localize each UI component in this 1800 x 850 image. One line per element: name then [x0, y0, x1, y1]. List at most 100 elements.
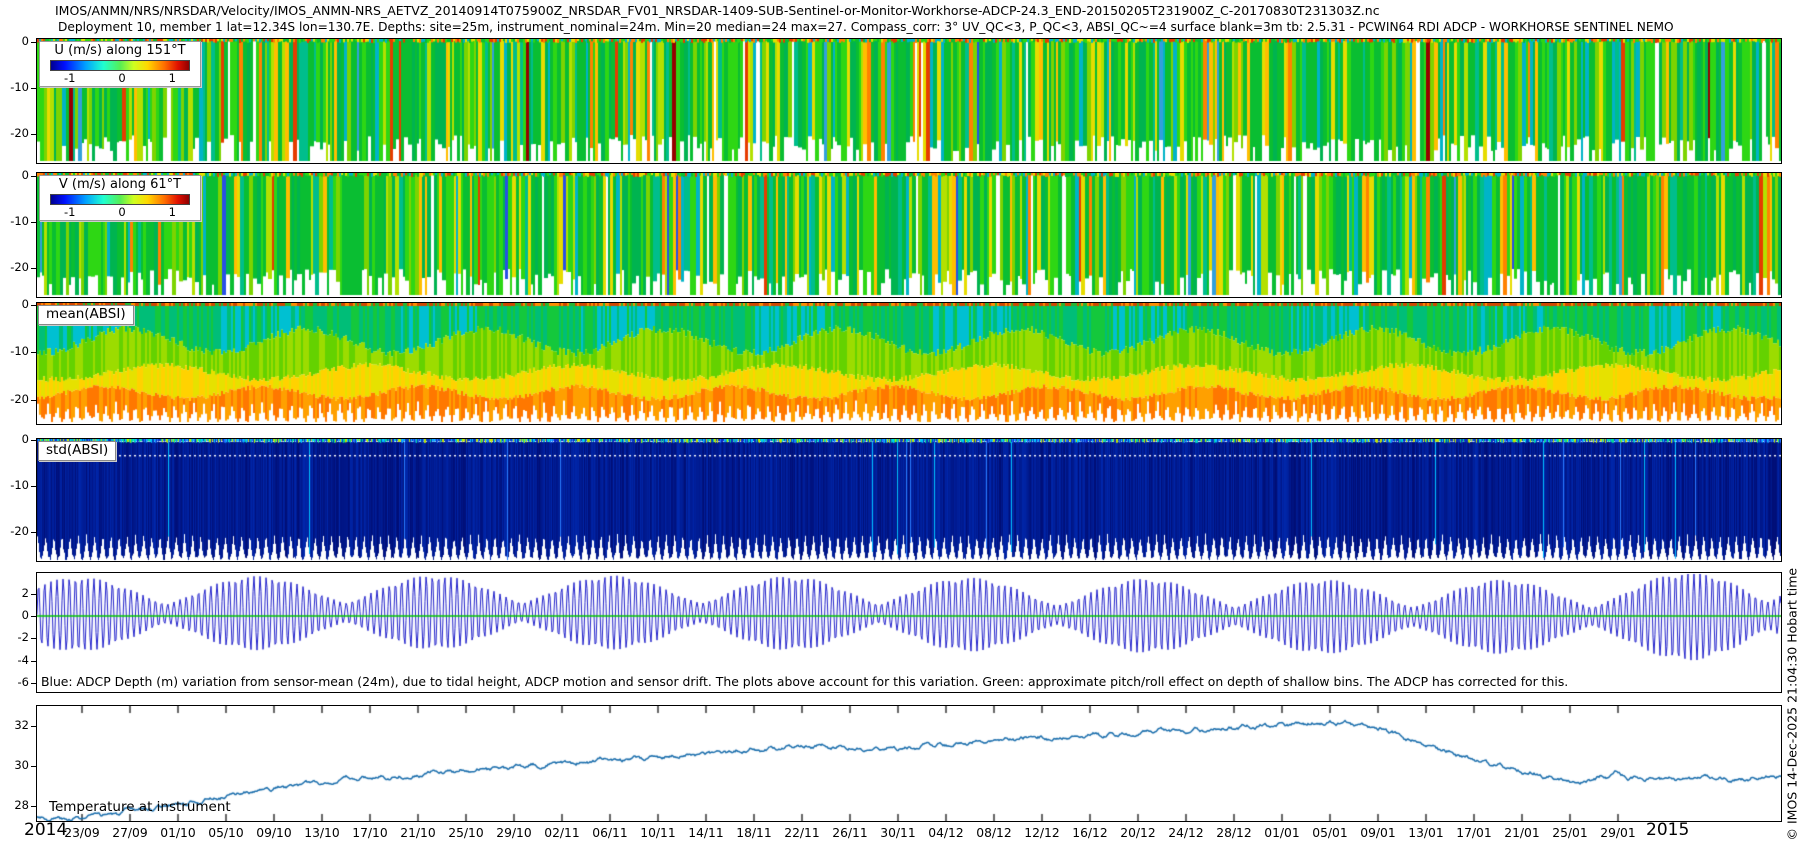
temperature-panel: Temperature at instrument	[36, 705, 1782, 822]
mean-absi-label: mean(ABSI)	[38, 305, 134, 325]
u-velocity-heatmap	[37, 39, 1781, 163]
v-velocity-panel: V (m/s) along 61°T -1 0 1	[36, 172, 1782, 298]
y-tick-label: 0	[0, 297, 29, 311]
v-colorbar-ticks: -1 0 1	[40, 205, 200, 219]
y-tick-label: 0	[0, 608, 29, 622]
date-tick-label: 29/10	[490, 826, 538, 840]
copyright-watermark: © IMOS 14-Dec-2025 21:04:30 Hobart time	[1785, 471, 1800, 841]
date-tick-label: 28/12	[1210, 826, 1258, 840]
date-tick-label: 18/11	[730, 826, 778, 840]
date-tick-label: 26/11	[826, 826, 874, 840]
y-tick-mark	[31, 352, 36, 353]
std-absi-heatmap	[37, 439, 1781, 561]
y-tick-mark	[31, 638, 36, 639]
date-tick-label: 20/12	[1114, 826, 1162, 840]
date-tick-label: 16/12	[1066, 826, 1114, 840]
y-tick-mark	[31, 661, 36, 662]
date-tick-label: 10/11	[634, 826, 682, 840]
y-tick-label: 2	[0, 586, 29, 600]
date-tick-label: 01/01	[1258, 826, 1306, 840]
u-colorbar-tick-max: 1	[169, 71, 176, 85]
year-end-label: 2015	[1646, 820, 1689, 840]
date-tick-label: 12/12	[1018, 826, 1066, 840]
date-tick-label: 24/12	[1162, 826, 1210, 840]
figure-root: IMOS/ANMN/NRS/NRSDAR/Velocity/IMOS_ANMN-…	[0, 0, 1800, 850]
y-tick-label: 28	[0, 798, 29, 812]
date-tick-label: 29/01	[1594, 826, 1642, 840]
u-legend-title: U (m/s) along 151°T	[40, 43, 200, 58]
date-tick-label: 13/10	[298, 826, 346, 840]
date-tick-label: 27/09	[106, 826, 154, 840]
y-tick-mark	[31, 806, 36, 807]
y-tick-label: 0	[0, 168, 29, 182]
v-legend-title: V (m/s) along 61°T	[40, 177, 200, 192]
y-tick-mark	[31, 616, 36, 617]
depth-annotation: Blue: ADCP Depth (m) variation from sens…	[41, 674, 1568, 689]
date-tick-label: 22/11	[778, 826, 826, 840]
u-colorbar-tick-zero: 0	[118, 71, 125, 85]
y-tick-mark	[31, 134, 36, 135]
y-tick-mark	[31, 400, 36, 401]
y-tick-mark	[31, 222, 36, 223]
date-tick-label: 21/10	[394, 826, 442, 840]
y-tick-label: -10	[0, 344, 29, 358]
v-colorbar-tick-zero: 0	[118, 205, 125, 219]
date-tick-label: 09/01	[1354, 826, 1402, 840]
v-colorbar-legend: V (m/s) along 61°T -1 0 1	[39, 175, 201, 221]
y-tick-mark	[31, 726, 36, 727]
y-tick-mark	[31, 88, 36, 89]
date-tick-label: 06/11	[586, 826, 634, 840]
y-tick-mark	[31, 532, 36, 533]
y-tick-mark	[31, 486, 36, 487]
y-tick-label: -20	[0, 126, 29, 140]
y-tick-label: -6	[0, 675, 29, 689]
figure-subtitle: Deployment 10, member 1 lat=12.34S lon=1…	[58, 20, 1674, 34]
y-tick-label: 0	[0, 34, 29, 48]
temperature-plot	[37, 706, 1781, 821]
y-tick-label: 0	[0, 432, 29, 446]
date-tick-label: 05/01	[1306, 826, 1354, 840]
date-tick-label: 02/11	[538, 826, 586, 840]
v-colorbar	[50, 194, 190, 205]
y-tick-label: 32	[0, 718, 29, 732]
figure-title: IMOS/ANMN/NRS/NRSDAR/Velocity/IMOS_ANMN-…	[55, 3, 1380, 18]
date-tick-label: 14/11	[682, 826, 730, 840]
y-tick-label: -2	[0, 630, 29, 644]
std-absi-label: std(ABSI)	[38, 441, 116, 461]
v-colorbar-tick-max: 1	[169, 205, 176, 219]
y-tick-label: -10	[0, 80, 29, 94]
date-tick-label: 13/01	[1402, 826, 1450, 840]
y-tick-mark	[31, 176, 36, 177]
date-tick-label: 25/01	[1546, 826, 1594, 840]
date-tick-label: 17/01	[1450, 826, 1498, 840]
u-colorbar	[50, 60, 190, 71]
date-tick-label: 08/12	[970, 826, 1018, 840]
y-tick-mark	[31, 440, 36, 441]
date-tick-label: 30/11	[874, 826, 922, 840]
y-tick-label: -10	[0, 478, 29, 492]
y-tick-label: 30	[0, 758, 29, 772]
date-tick-label: 17/10	[346, 826, 394, 840]
y-tick-label: -20	[0, 260, 29, 274]
date-tick-label: 01/10	[154, 826, 202, 840]
y-tick-mark	[31, 766, 36, 767]
y-tick-mark	[31, 305, 36, 306]
mean-absi-panel: mean(ABSI)	[36, 302, 1782, 425]
y-tick-label: -10	[0, 214, 29, 228]
date-tick-label: 09/10	[250, 826, 298, 840]
date-tick-label: 04/12	[922, 826, 970, 840]
u-colorbar-ticks: -1 0 1	[40, 71, 200, 85]
mean-absi-heatmap	[37, 303, 1781, 424]
u-colorbar-tick-min: -1	[64, 71, 75, 85]
y-tick-mark	[31, 268, 36, 269]
temperature-label: Temperature at instrument	[49, 799, 231, 815]
u-velocity-panel: U (m/s) along 151°T -1 0 1	[36, 38, 1782, 164]
y-tick-mark	[31, 683, 36, 684]
v-velocity-heatmap	[37, 173, 1781, 297]
date-tick-label: 25/10	[442, 826, 490, 840]
v-colorbar-tick-min: -1	[64, 205, 75, 219]
y-tick-mark	[31, 594, 36, 595]
y-tick-label: -20	[0, 392, 29, 406]
date-tick-label: 23/09	[58, 826, 106, 840]
date-tick-label: 05/10	[202, 826, 250, 840]
